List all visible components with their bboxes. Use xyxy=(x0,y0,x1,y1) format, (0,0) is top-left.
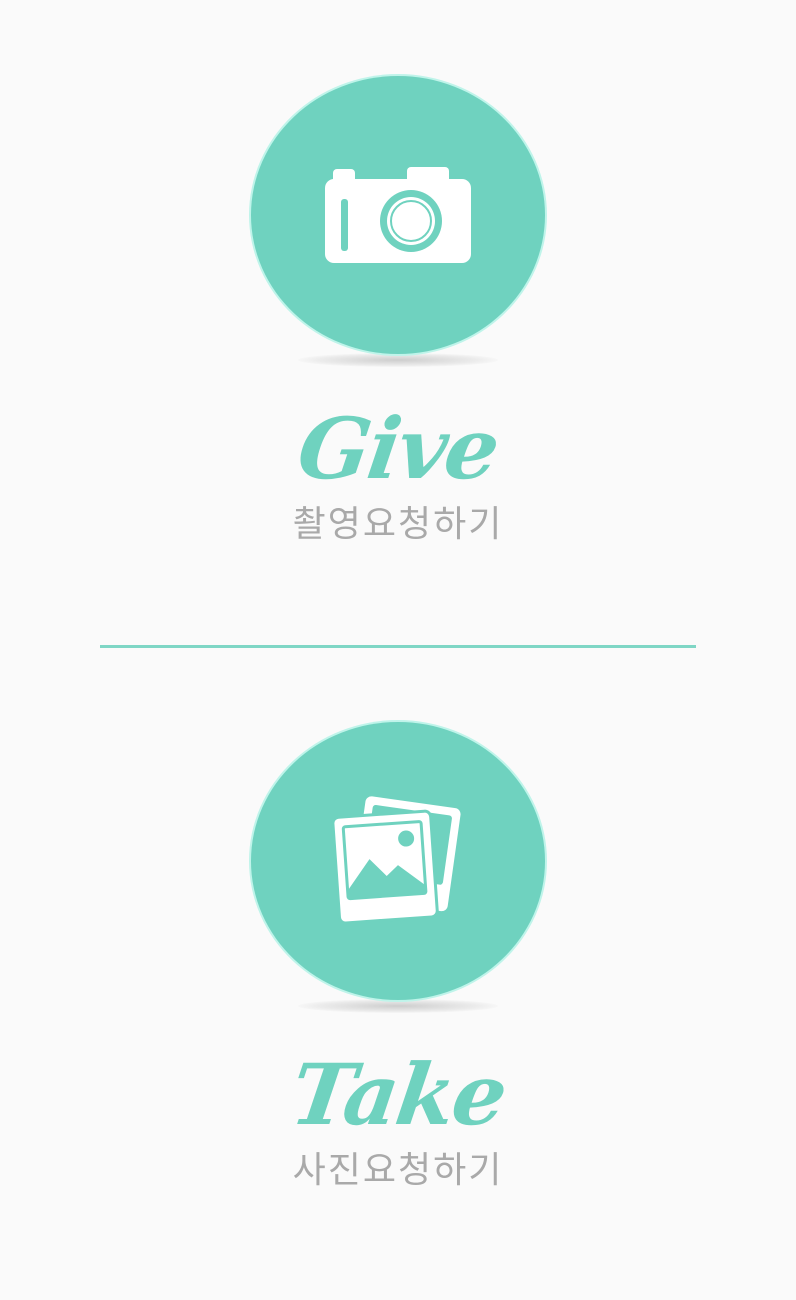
give-option[interactable]: Give 촬영요청하기 xyxy=(0,76,796,546)
give-button-shadow xyxy=(298,353,498,367)
camera-icon xyxy=(325,167,471,263)
take-option[interactable]: Take 사진요청하기 xyxy=(0,722,796,1192)
give-button[interactable] xyxy=(251,76,545,354)
take-button-shadow xyxy=(298,999,498,1013)
give-subtitle: 촬영요청하기 xyxy=(292,504,504,545)
take-title: Take xyxy=(284,1045,512,1144)
take-button[interactable] xyxy=(251,722,545,1000)
photos-icon xyxy=(331,796,461,925)
give-title: Give xyxy=(292,399,504,498)
section-divider xyxy=(100,645,696,648)
take-subtitle: 사진요청하기 xyxy=(292,1150,504,1191)
